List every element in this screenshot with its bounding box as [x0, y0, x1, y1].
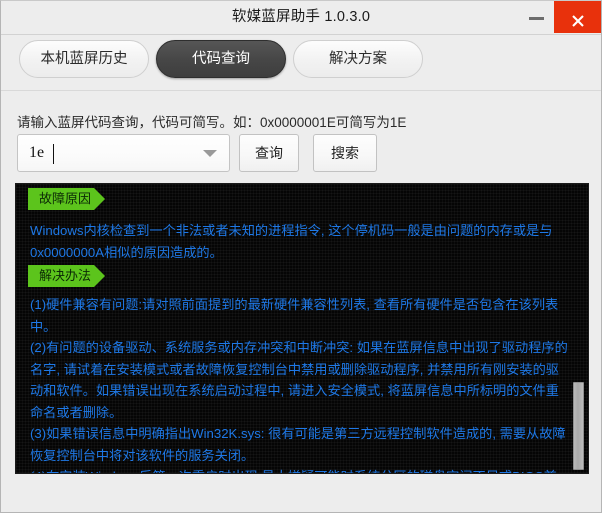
- results-scrollbar-thumb[interactable]: [573, 382, 584, 470]
- results-panel: 故障原因 Windows内核检查到一个非法或者未知的进程指令, 这个停机码一般是…: [15, 183, 589, 474]
- results-scrollbar-track[interactable]: [573, 184, 586, 473]
- text-caret: [53, 144, 54, 164]
- tab-code-query[interactable]: 代码查询: [156, 40, 286, 78]
- title-bar: 软媒蓝屏助手 1.0.3.0: [1, 1, 601, 35]
- query-button[interactable]: 查询: [239, 134, 299, 172]
- tab-bar: 本机蓝屏历史 代码查询 解决方案: [1, 35, 601, 91]
- cause-description-text: Windows内核检查到一个非法或者未知的进程指令, 这个停机码一般是由问题的内…: [30, 223, 553, 260]
- results-content: 故障原因 Windows内核检查到一个非法或者未知的进程指令, 这个停机码一般是…: [16, 184, 588, 473]
- application-window: 软媒蓝屏助手 1.0.3.0 本机蓝屏历史 代码查询 解决方案 请输入蓝屏代码查…: [0, 0, 602, 513]
- chevron-down-icon[interactable]: [203, 150, 217, 157]
- search-button[interactable]: 搜索: [313, 134, 377, 172]
- close-button[interactable]: [554, 1, 601, 33]
- bluescreen-code-combobox[interactable]: 1e: [17, 134, 230, 172]
- window-title: 软媒蓝屏助手 1.0.3.0: [231, 9, 371, 25]
- section-tag-solution: 解决办法: [28, 265, 105, 287]
- minimize-icon: [529, 17, 544, 20]
- minimize-button[interactable]: [519, 1, 554, 33]
- query-hint-label: 请输入蓝屏代码查询，代码可简写。如：0x0000001E可简写为1E: [17, 115, 407, 130]
- section-tag-cause: 故障原因: [28, 188, 105, 210]
- tab-local-bluescreen-history[interactable]: 本机蓝屏历史: [19, 40, 149, 78]
- close-icon: [571, 15, 584, 27]
- solution-description-text: (1)硬件兼容有问题:请对照前面提到的最新硬件兼容性列表, 查看所有硬件是否包含…: [30, 297, 568, 473]
- tab-solutions[interactable]: 解决方案: [293, 40, 423, 78]
- bluescreen-code-input[interactable]: 1e: [29, 144, 44, 162]
